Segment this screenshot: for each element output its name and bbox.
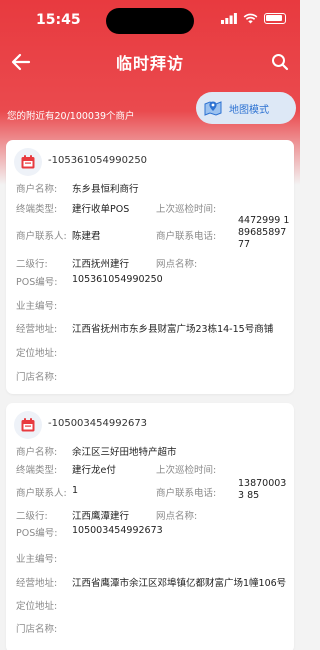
pos-number-value: 105003454992673 <box>72 525 163 536</box>
nav-header: 临时拜访 <box>0 44 300 80</box>
status-time: 15:45 <box>36 12 81 28</box>
nearby-merchant-count: 您的附近有20/100039个商户 <box>7 111 135 122</box>
merchant-card[interactable]: -105003454992673 商户名称: 余江区三好田地特产超市 终端类型:… <box>6 403 294 650</box>
terminal-type-label: 终端类型: <box>16 204 58 215</box>
map-mode-label: 地图模式 <box>229 104 269 116</box>
merchant-phone-label: 商户联系电话: <box>156 231 217 242</box>
secondary-branch-value: 江西抚州建行 <box>72 259 130 270</box>
merchant-calendar-icon <box>14 411 42 439</box>
business-address-label: 经营地址: <box>16 324 58 335</box>
location-address-label: 定位地址: <box>16 348 58 359</box>
merchant-contact-value: 陈建君 <box>72 231 101 242</box>
last-inspection-label: 上次巡检时间: <box>156 465 217 476</box>
merchant-name-label: 商户名称: <box>16 184 58 195</box>
map-pin-icon <box>204 101 222 116</box>
merchant-id: -105003454992673 <box>48 418 148 429</box>
pos-number-label: POS编号: <box>16 528 58 539</box>
status-bar: 15:45 <box>0 0 300 40</box>
wifi-icon <box>243 13 258 24</box>
dynamic-island <box>106 8 194 34</box>
terminal-type-value: 建行龙e付 <box>72 465 116 476</box>
merchant-contact-value: 1 <box>72 485 79 496</box>
pos-number-value: 105361054990250 <box>72 274 163 285</box>
terminal-type-label: 终端类型: <box>16 465 58 476</box>
location-address-label: 定位地址: <box>16 601 58 612</box>
store-name-label: 门店名称: <box>16 372 58 383</box>
pos-number-label: POS编号: <box>16 277 58 288</box>
page-title: 临时拜访 <box>115 54 184 73</box>
search-icon[interactable] <box>270 52 290 72</box>
status-icons <box>221 13 286 24</box>
business-address-label: 经营地址: <box>16 578 58 589</box>
battery-icon <box>264 13 286 24</box>
merchant-name-label: 商户名称: <box>16 447 58 458</box>
signal-icon <box>221 13 237 24</box>
terminal-type-value: 建行收单POS <box>72 204 130 215</box>
owner-number-label: 业主编号: <box>16 554 58 565</box>
merchant-name-value: 东乡县恒利商行 <box>72 184 139 195</box>
outlet-name-label: 网点名称: <box>156 511 198 522</box>
merchant-card[interactable]: -105361054990250 商户名称: 东乡县恒利商行 终端类型: 建行收… <box>6 140 294 394</box>
merchant-contact-label: 商户联系人: <box>16 488 67 499</box>
secondary-branch-value: 江西鹰潭建行 <box>72 511 130 522</box>
secondary-branch-label: 二级行: <box>16 259 48 270</box>
secondary-branch-label: 二级行: <box>16 511 48 522</box>
business-address-value: 江西省鹰潭市余江区邓埠镇亿都财富广场1幢106号 <box>72 578 287 589</box>
store-name-label: 门店名称: <box>16 624 58 635</box>
merchant-phone-value: 4472999 189685897 77 <box>238 215 290 250</box>
last-inspection-label: 上次巡检时间: <box>156 204 217 215</box>
outlet-name-label: 网点名称: <box>156 259 198 270</box>
merchant-phone-value: 138700033 85 <box>238 478 287 501</box>
merchant-id: -105361054990250 <box>48 155 148 166</box>
merchant-calendar-icon <box>14 148 42 176</box>
merchant-name-value: 余江区三好田地特产超市 <box>72 447 177 458</box>
merchant-contact-label: 商户联系人: <box>16 231 67 242</box>
owner-number-label: 业主编号: <box>16 301 58 312</box>
business-address-value: 江西省抚州市东乡县财富广场23栋14-15号商铺 <box>72 324 274 335</box>
merchant-phone-label: 商户联系电话: <box>156 488 217 499</box>
map-mode-button[interactable]: 地图模式 <box>196 92 296 124</box>
